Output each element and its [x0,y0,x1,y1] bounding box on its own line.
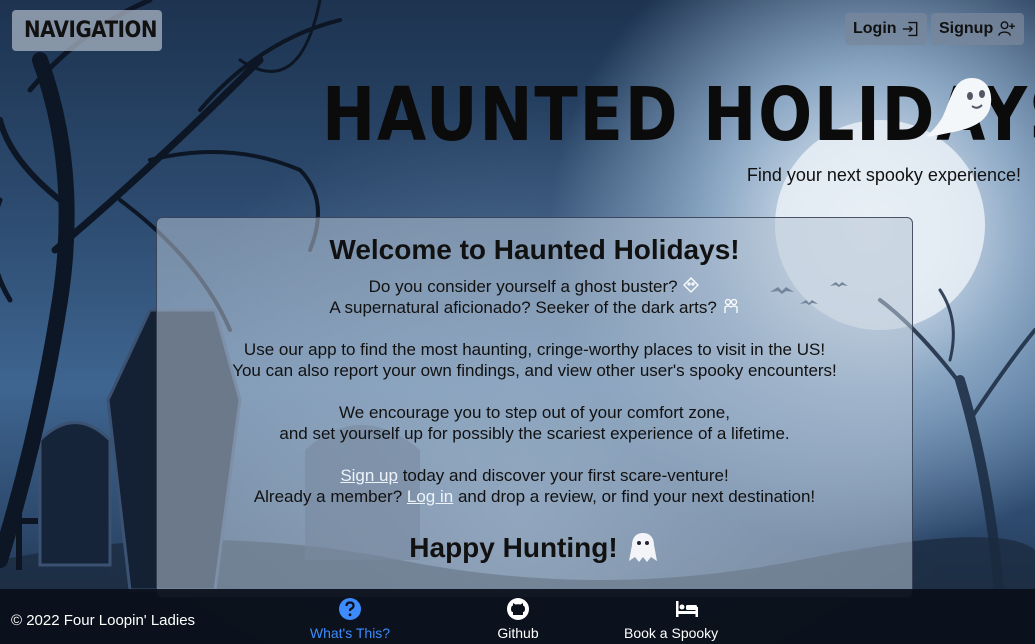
login-line-text: and drop a review, or find your next des… [453,487,816,506]
encourage-line: and set yourself up for possibly the sca… [279,424,790,443]
welcome-heading: Welcome to Haunted Holidays! [329,234,740,265]
whats-this-label: What's This? [309,625,391,641]
footer: © 2022 Four Loopin' Ladies What's This? … [0,589,1035,644]
login-label: Login [853,20,897,37]
signup-link[interactable]: Sign up [340,466,398,485]
people-icon [723,298,738,313]
intro-text: Do you consider yourself a ghost buster? [368,277,678,296]
github-label: Github [497,625,539,641]
login-icon [902,21,917,37]
closing-heading: Happy Hunting! [157,531,912,565]
person-add-icon [998,21,1016,36]
signup-label: Signup [939,20,994,37]
description-line: You can also report your own findings, a… [232,361,837,380]
intro-line: Do you consider yourself a ghost buster? [157,276,912,297]
book-stay-label: Book a Spooky Stay [624,625,719,644]
page-title: HAUNTED HOLIDAYS [322,72,1035,158]
intro-text: A supernatural aficionado? Seeker of the… [329,298,717,317]
signup-button[interactable]: Signup [931,13,1024,45]
bed-icon [675,601,698,617]
ghost-icon [628,533,657,562]
ghost-icon [926,78,992,137]
login-button[interactable]: Login [845,13,927,45]
copyright: © 2022 Four Loopin' Ladies [11,612,196,629]
github-icon [507,598,529,620]
welcome-card: Welcome to Haunted Holidays! Do you cons… [156,217,913,598]
tagline: Find your next spooky experience! [746,165,1021,185]
ghost-buster-icon [683,277,700,293]
login-line-prefix: Already a member? [253,487,407,506]
login-link[interactable]: Log in [407,487,453,506]
signup-line-text: today and discover your first scare-vent… [397,466,729,485]
navigation-label: NAVIGATION [24,18,158,43]
book-stay-link[interactable]: Book a Spooky Stay [624,597,749,644]
description-line: Use our app to find the most haunting, c… [243,340,826,359]
signup-line: Sign up today and discover your first sc… [157,465,912,486]
navigation-button[interactable]: NAVIGATION [12,10,162,51]
whats-this-link[interactable]: What's This? [305,597,395,641]
question-circle-icon [339,598,361,620]
closing-text: Happy Hunting! [409,532,618,563]
github-link[interactable]: Github [488,597,548,641]
login-line: Already a member? Log in and drop a revi… [157,486,912,507]
intro-line: A supernatural aficionado? Seeker of the… [157,297,912,318]
encourage-line: We encourage you to step out of your com… [339,403,730,422]
